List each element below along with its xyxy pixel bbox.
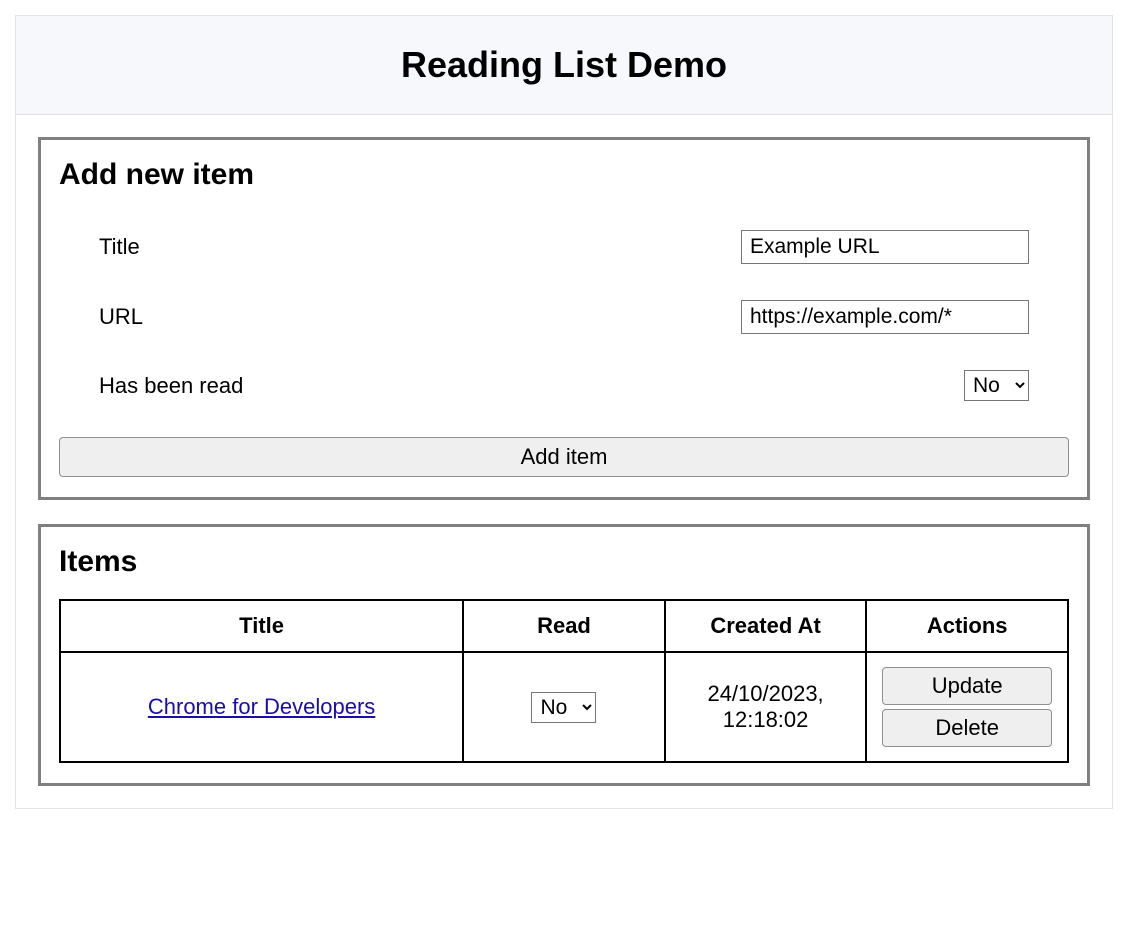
title-input[interactable] (741, 230, 1029, 264)
read-select[interactable]: NoYes (964, 370, 1029, 401)
url-label: URL (99, 304, 143, 330)
app-container: Reading List Demo Add new item Title URL… (15, 15, 1113, 809)
cell-title: Chrome for Developers (60, 652, 463, 762)
read-label: Has been read (99, 373, 243, 399)
cell-read: NoYes (463, 652, 665, 762)
col-header-created: Created At (665, 600, 867, 652)
app-header: Reading List Demo (16, 16, 1112, 115)
items-panel: Items Title Read Created At Actions Chro… (38, 524, 1090, 786)
col-header-actions: Actions (866, 600, 1068, 652)
url-input[interactable] (741, 300, 1029, 334)
page-title: Reading List Demo (36, 44, 1092, 86)
add-item-heading: Add new item (59, 158, 1069, 192)
title-row: Title (59, 212, 1069, 282)
col-header-title: Title (60, 600, 463, 652)
item-title-link[interactable]: Chrome for Developers (148, 694, 375, 719)
table-row: Chrome for Developers NoYes 24/10/2023, … (60, 652, 1068, 762)
cell-created: 24/10/2023, 12:18:02 (665, 652, 867, 762)
items-table: Title Read Created At Actions Chrome for… (59, 599, 1069, 763)
add-item-button[interactable]: Add item (59, 437, 1069, 477)
url-row: URL (59, 282, 1069, 352)
read-row: Has been read NoYes (59, 352, 1069, 419)
delete-button[interactable]: Delete (882, 709, 1052, 747)
col-header-read: Read (463, 600, 665, 652)
title-label: Title (99, 234, 140, 260)
add-item-panel: Add new item Title URL Has been read NoY… (38, 137, 1090, 500)
items-heading: Items (59, 545, 1069, 579)
row-read-select[interactable]: NoYes (531, 692, 596, 723)
update-button[interactable]: Update (882, 667, 1052, 705)
cell-actions: Update Delete (866, 652, 1068, 762)
content: Add new item Title URL Has been read NoY… (16, 115, 1112, 808)
